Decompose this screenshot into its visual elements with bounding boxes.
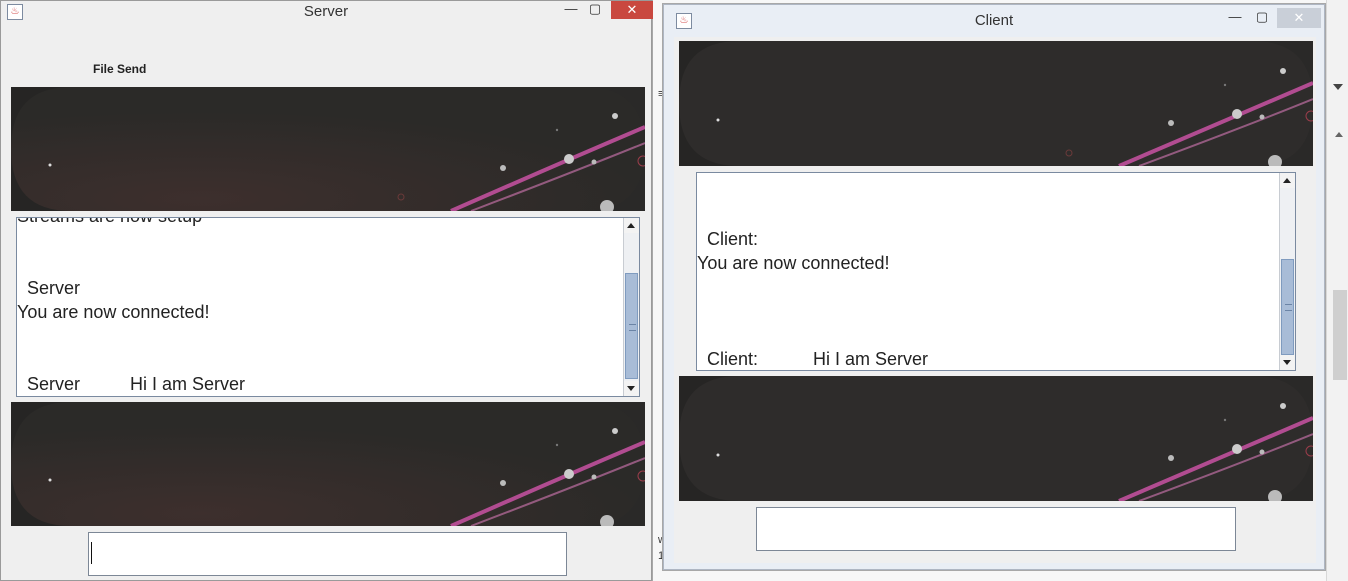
- scroll-up-icon[interactable]: [1280, 173, 1295, 188]
- decorative-banner-top: [11, 87, 645, 211]
- file-send-menu[interactable]: File Send: [93, 62, 146, 76]
- chat-line: You are now connected!: [697, 253, 890, 273]
- chat-line: Server: [17, 278, 81, 298]
- client-message-input[interactable]: [756, 507, 1236, 551]
- client-titlebar[interactable]: ♨ Client — ▢ ✕: [664, 5, 1324, 35]
- dropdown-arrow-icon[interactable]: [1333, 84, 1343, 90]
- minimize-button[interactable]: —: [1224, 9, 1246, 27]
- decorative-banner-bottom: [679, 376, 1313, 501]
- scroll-down-icon[interactable]: [624, 381, 639, 396]
- window-title: Server: [303, 3, 349, 20]
- chat-line: Client: Hi I am Server: [697, 349, 929, 369]
- client-content: Client: You are now connected! Client: H…: [674, 37, 1316, 563]
- client-chat-area[interactable]: Client: You are now connected! Client: H…: [696, 172, 1296, 371]
- maximize-button[interactable]: ▢: [1251, 9, 1273, 27]
- grip-icon: [629, 324, 636, 331]
- scrollbar-thumb[interactable]: [625, 273, 638, 379]
- client-window: ♨ Client — ▢ ✕ Client: You are now conne…: [663, 4, 1325, 570]
- chat-line: Client:: [697, 229, 759, 249]
- background-scroll-strip: [1326, 0, 1348, 581]
- decorative-banner-bottom: [11, 402, 645, 526]
- server-message-input[interactable]: [88, 532, 567, 576]
- close-button[interactable]: ✕: [1277, 8, 1321, 28]
- scrollbar-thumb[interactable]: [1281, 259, 1294, 355]
- scroll-down-icon[interactable]: [1280, 355, 1295, 370]
- scroll-up-icon[interactable]: [1335, 132, 1343, 137]
- decorative-banner-top: [679, 41, 1313, 166]
- server-titlebar[interactable]: ♨ Server — ▢ ✕: [1, 1, 653, 23]
- close-button[interactable]: ✕: [611, 1, 653, 19]
- grip-icon: [1285, 304, 1292, 311]
- chat-scrollbar[interactable]: [1279, 173, 1295, 370]
- server-content: File Send Server You are now connected! …: [4, 23, 649, 578]
- minimize-button[interactable]: —: [560, 1, 582, 19]
- text-caret: [91, 542, 92, 564]
- server-chat-area[interactable]: Streams are now setup Server You are now…: [16, 217, 640, 397]
- maximize-button[interactable]: ▢: [584, 1, 606, 19]
- scrollbar-thumb[interactable]: [1333, 290, 1347, 380]
- chat-scrollbar[interactable]: [623, 218, 639, 396]
- chat-line: You are now connected!: [17, 302, 210, 322]
- chat-line: Server Hi I am Server: [17, 374, 246, 394]
- scroll-up-icon[interactable]: [624, 218, 639, 233]
- server-window: ♨ Server — ▢ ✕ File Send Server You are …: [0, 0, 653, 581]
- chat-line: Streams are now setup: [17, 218, 202, 227]
